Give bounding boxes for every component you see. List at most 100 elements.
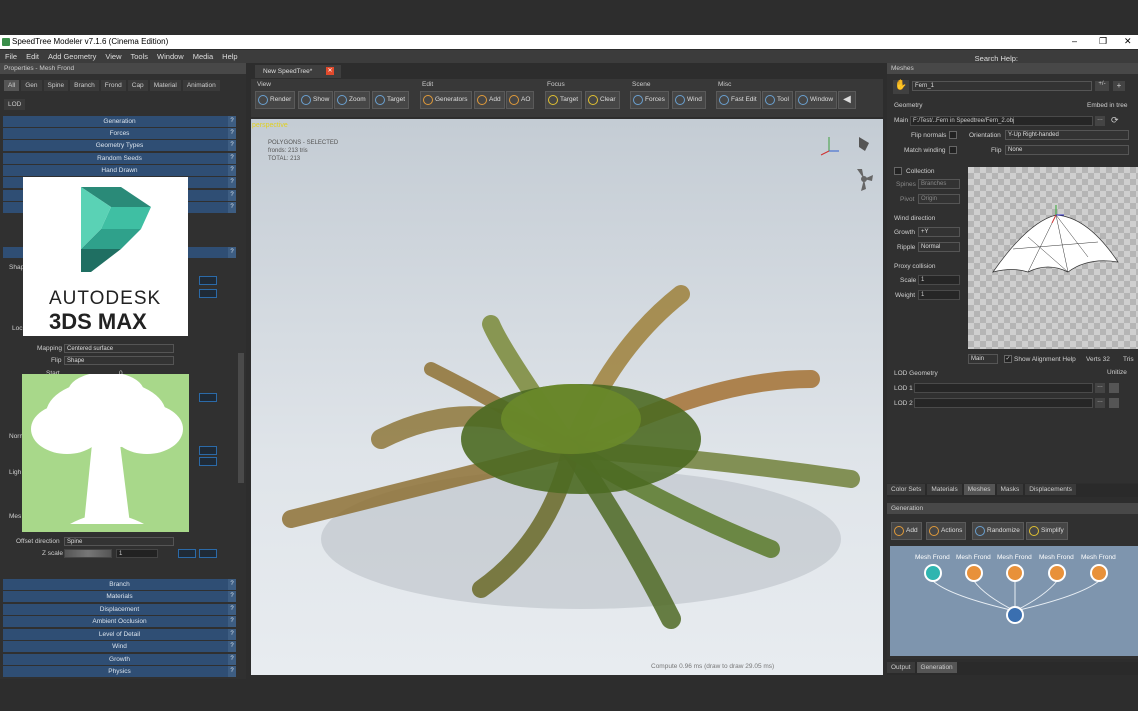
curve-box[interactable] <box>199 393 217 402</box>
tab-material[interactable]: Material <box>149 80 181 91</box>
mesh-frond-node-5[interactable] <box>1090 564 1108 582</box>
section-displacement[interactable]: Displacement? <box>3 604 236 615</box>
add-remove-button[interactable]: +/- <box>1095 81 1109 91</box>
section-physics[interactable]: Physics? <box>3 666 236 677</box>
orientation-dropdown[interactable]: Y-Up Right-handed <box>1005 130 1129 140</box>
browse-icon[interactable]: … <box>1095 383 1105 393</box>
gen-add-button[interactable]: Add <box>891 522 922 540</box>
collection-checkbox[interactable] <box>894 167 902 175</box>
tab-generation[interactable]: Generation <box>916 662 957 673</box>
focus-target-button[interactable]: Target <box>545 91 583 109</box>
lod2-clear-icon[interactable] <box>1109 398 1119 408</box>
tab-all[interactable]: All <box>4 80 20 91</box>
generators-button[interactable]: Generators <box>420 91 472 109</box>
curve-box[interactable] <box>199 289 217 298</box>
weight-field[interactable]: 1 <box>918 290 960 300</box>
properties-scrollbar[interactable] <box>238 353 244 483</box>
refresh-icon[interactable]: ⟳ <box>1111 116 1121 126</box>
menu-tools[interactable]: Tools <box>126 50 153 61</box>
add-icon[interactable]: + <box>1113 81 1125 91</box>
curve-box[interactable] <box>199 457 217 466</box>
simplify-button[interactable]: Simplify <box>1026 522 1068 540</box>
hand-icon[interactable]: ✋ <box>893 80 909 94</box>
growth-dropdown[interactable]: +Y <box>918 227 960 237</box>
tab-animation[interactable]: Animation <box>182 80 220 91</box>
add-button[interactable]: Add <box>474 91 505 109</box>
help-icon[interactable]: ? <box>228 177 236 188</box>
tab-output[interactable]: Output <box>887 662 915 673</box>
viewport[interactable]: perspective POLYGONS - SELECTED fronds: … <box>251 119 883 675</box>
scale-field[interactable]: 1 <box>918 275 960 285</box>
menu-media[interactable]: Media <box>188 50 217 61</box>
forces-button[interactable]: Forces <box>630 91 669 109</box>
tab-frond[interactable]: Frond <box>100 80 126 91</box>
show-alignment-checkbox[interactable]: ✓ <box>1004 355 1012 363</box>
back-arrow-icon[interactable]: ◀ <box>838 91 856 109</box>
help-icon[interactable]: ? <box>228 591 236 602</box>
section-level-of-detail[interactable]: Level of Detail? <box>3 629 236 640</box>
help-icon[interactable]: ? <box>228 579 236 590</box>
section-generation[interactable]: Generation? <box>3 116 236 127</box>
help-icon[interactable]: ? <box>228 666 236 677</box>
mesh-select-dropdown[interactable]: Fern_1 <box>912 81 1092 91</box>
menu-edit[interactable]: Edit <box>21 50 43 61</box>
help-icon[interactable]: ? <box>228 128 236 139</box>
generation-node-graph[interactable]: Mesh Frond Mesh Frond Mesh Frond Mesh Fr… <box>890 546 1138 656</box>
help-icon[interactable]: ? <box>228 654 236 665</box>
help-icon[interactable]: ? <box>228 629 236 640</box>
menu-view[interactable]: View <box>100 50 125 61</box>
fast-edit-button[interactable]: Fast Edit <box>716 91 761 109</box>
help-icon[interactable]: ? <box>228 616 236 627</box>
mesh-frond-node-4[interactable] <box>1048 564 1066 582</box>
clear-button[interactable]: Clear <box>585 91 620 109</box>
help-icon[interactable]: ? <box>228 641 236 652</box>
flip-dropdown[interactable]: None <box>1005 145 1129 155</box>
z-scale-slider[interactable] <box>64 549 112 558</box>
curve-box[interactable] <box>178 549 196 558</box>
section-hand-drawn[interactable]: Hand Drawn? <box>3 165 236 176</box>
section-branch[interactable]: Branch? <box>3 579 236 590</box>
match-winding-checkbox[interactable] <box>949 146 957 154</box>
minimize-button[interactable]: – <box>1072 36 1077 46</box>
tab-spine[interactable]: Spine <box>43 80 69 91</box>
mesh-frond-node-2[interactable] <box>965 564 983 582</box>
section-geometry-types[interactable]: Geometry Types? <box>3 140 236 151</box>
help-icon[interactable]: ? <box>228 116 236 127</box>
preview-mode-dropdown[interactable]: Main <box>968 354 998 364</box>
lod1-field[interactable] <box>914 383 1093 393</box>
tab-branch[interactable]: Branch <box>70 80 99 91</box>
section-ambient-occlusion[interactable]: Ambient Occlusion? <box>3 616 236 627</box>
section-wind[interactable]: Wind? <box>3 641 236 652</box>
actions-button[interactable]: Actions <box>926 522 967 540</box>
help-icon[interactable]: ? <box>228 247 236 258</box>
menu-add-geometry[interactable]: Add Geometry <box>43 50 100 61</box>
offset-direction-dropdown[interactable]: Spine <box>64 537 174 546</box>
tab-cap[interactable]: Cap <box>127 80 148 91</box>
lod2-field[interactable] <box>914 398 1093 408</box>
ripple-dropdown[interactable]: Normal <box>918 242 960 252</box>
ao-button[interactable]: AO <box>506 91 535 109</box>
tab-materials[interactable]: Materials <box>927 484 962 495</box>
flip-dropdown[interactable]: Shape <box>64 356 174 365</box>
browse-icon[interactable]: … <box>1095 398 1105 408</box>
main-path-field[interactable]: F:/Test/..Fern in Speedtree/Fern_2.obj <box>910 116 1093 126</box>
help-icon[interactable]: ? <box>228 190 236 201</box>
curve-box[interactable] <box>199 276 217 285</box>
mapping-dropdown[interactable]: Centered surface <box>64 344 174 353</box>
section-growth[interactable]: Growth? <box>3 654 236 665</box>
tab-meshes[interactable]: Meshes <box>963 484 995 495</box>
curve-box[interactable] <box>199 446 217 455</box>
render-button[interactable]: Render <box>255 91 296 109</box>
tool-button[interactable]: Tool <box>762 91 793 109</box>
section-materials[interactable]: Materials? <box>3 591 236 602</box>
maximize-button[interactable]: ❐ <box>1099 36 1107 47</box>
menu-window[interactable]: Window <box>152 50 188 61</box>
section-random-seeds[interactable]: Random Seeds? <box>3 153 236 164</box>
tab-lod[interactable]: LOD <box>4 99 26 110</box>
curve-box[interactable] <box>199 549 217 558</box>
help-icon[interactable]: ? <box>228 140 236 151</box>
tree-root-node[interactable] <box>1006 606 1024 624</box>
menu-file[interactable]: File <box>0 50 21 61</box>
tab-displacements[interactable]: Displacements <box>1025 484 1076 495</box>
mesh-frond-node-3[interactable] <box>1006 564 1024 582</box>
